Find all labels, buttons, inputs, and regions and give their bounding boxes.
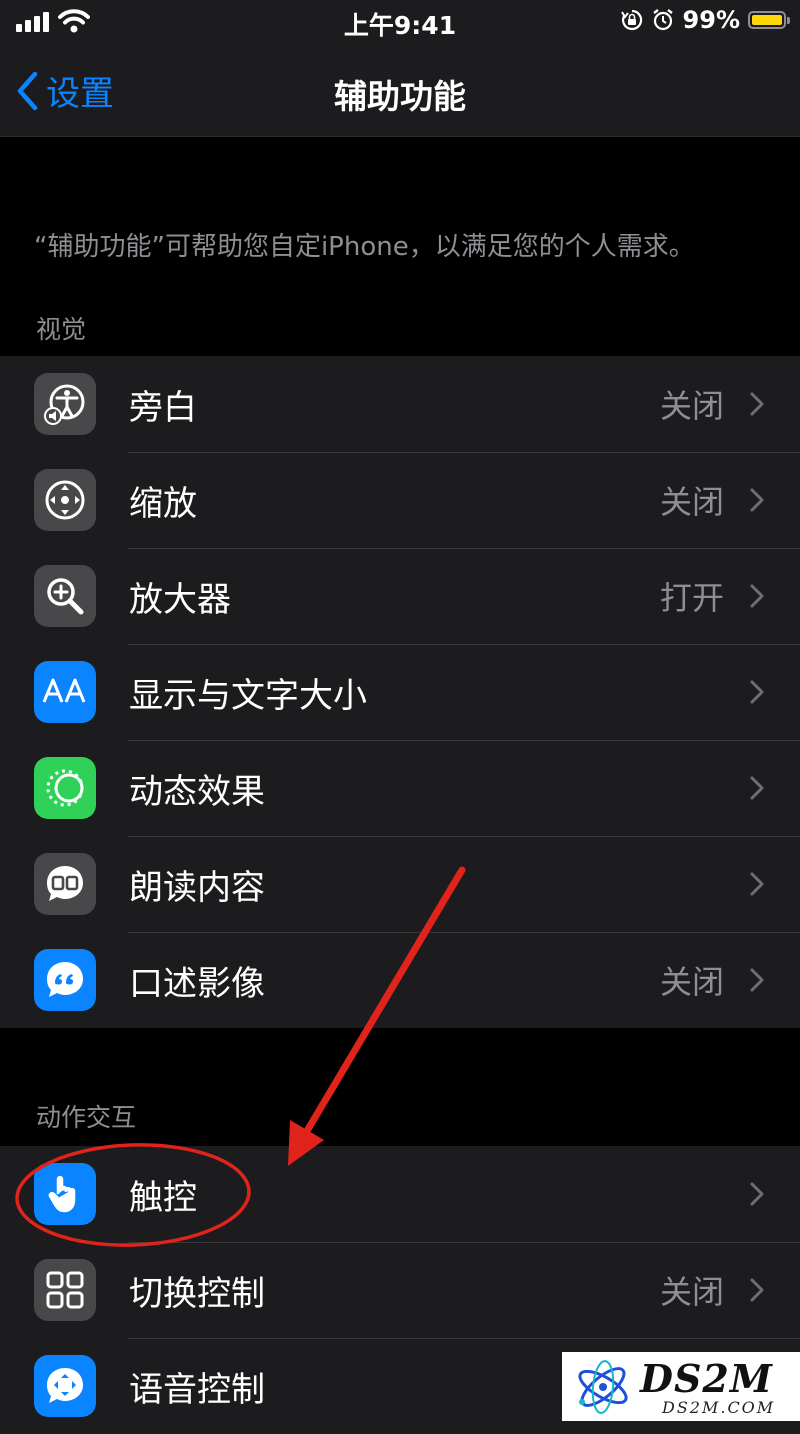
navigation-bar: 设置 辅助功能 bbox=[0, 46, 800, 137]
row-label: 旁白 bbox=[129, 387, 197, 428]
chevron-right-icon bbox=[750, 776, 764, 800]
settings-row-magnifier[interactable]: 放大器 打开 bbox=[0, 548, 800, 644]
voice-control-icon bbox=[34, 1355, 96, 1417]
row-value: 关闭 bbox=[659, 963, 724, 1001]
settings-row-zoom[interactable]: 缩放 关闭 bbox=[0, 452, 800, 548]
row-label: 朗读内容 bbox=[129, 867, 265, 908]
settings-row-display-text-size[interactable]: 显示与文字大小 bbox=[0, 644, 800, 740]
row-value: 关闭 bbox=[659, 387, 724, 425]
settings-row-spoken-content[interactable]: 朗读内容 bbox=[0, 836, 800, 932]
settings-row-touch[interactable]: 触控 bbox=[0, 1146, 800, 1242]
watermark: DS2M DS2M.COM bbox=[562, 1352, 800, 1421]
row-label: 显示与文字大小 bbox=[129, 675, 367, 716]
chevron-right-icon bbox=[750, 968, 764, 992]
chevron-right-icon bbox=[750, 488, 764, 512]
row-label: 触控 bbox=[129, 1177, 197, 1218]
row-label: 动态效果 bbox=[129, 771, 265, 812]
row-label: 切换控制 bbox=[129, 1273, 265, 1314]
orientation-lock-icon bbox=[620, 9, 642, 31]
chevron-right-icon bbox=[750, 584, 764, 608]
settings-row-switch-control[interactable]: 切换控制 关闭 bbox=[0, 1242, 800, 1338]
audio-descriptions-icon bbox=[34, 949, 96, 1011]
row-value: 打开 bbox=[659, 579, 724, 617]
row-label: 口述影像 bbox=[129, 963, 265, 1004]
alarm-icon bbox=[652, 9, 673, 31]
battery-icon bbox=[748, 11, 790, 29]
status-bar: 上午9:41 99% bbox=[0, 0, 800, 46]
settings-row-voiceover[interactable]: 旁白 关闭 bbox=[0, 356, 800, 452]
page-description: “辅助功能”可帮助您自定iPhone，以满足您的个人需求。 bbox=[34, 232, 695, 262]
zoom-icon bbox=[34, 469, 96, 531]
row-value: 关闭 bbox=[659, 1273, 724, 1311]
settings-row-motion[interactable]: 动态效果 bbox=[0, 740, 800, 836]
settings-row-audio-descriptions[interactable]: 口述影像 关闭 bbox=[0, 932, 800, 1028]
page-title: 辅助功能 bbox=[334, 77, 466, 116]
switch-control-icon bbox=[34, 1259, 96, 1321]
watermark-site: DS2M.COM bbox=[662, 1398, 776, 1417]
row-value: 关闭 bbox=[659, 483, 724, 521]
battery-percent: 99% bbox=[682, 6, 740, 34]
voiceover-icon bbox=[34, 373, 96, 435]
chevron-right-icon bbox=[750, 392, 764, 416]
watermark-brand: DS2M bbox=[640, 1356, 773, 1401]
magnifier-icon bbox=[34, 565, 96, 627]
touch-icon bbox=[34, 1163, 96, 1225]
settings-group-vision: 旁白 关闭 缩放 关闭 放大器 打开 显示与文字大小 动态效果 朗读内容 口述影… bbox=[0, 356, 800, 1028]
section-header-vision: 视觉 bbox=[36, 315, 87, 344]
row-label: 缩放 bbox=[129, 483, 197, 524]
chevron-right-icon bbox=[750, 680, 764, 704]
row-label: 语音控制 bbox=[129, 1369, 265, 1410]
chevron-right-icon bbox=[750, 1278, 764, 1302]
atom-logo-icon bbox=[578, 1360, 628, 1414]
chevron-right-icon bbox=[750, 1182, 764, 1206]
row-label: 放大器 bbox=[129, 579, 231, 620]
spoken-content-icon bbox=[34, 853, 96, 915]
chevron-right-icon bbox=[750, 872, 764, 896]
text-size-icon bbox=[34, 661, 96, 723]
motion-icon bbox=[34, 757, 96, 819]
section-header-interaction: 动作交互 bbox=[36, 1103, 137, 1132]
